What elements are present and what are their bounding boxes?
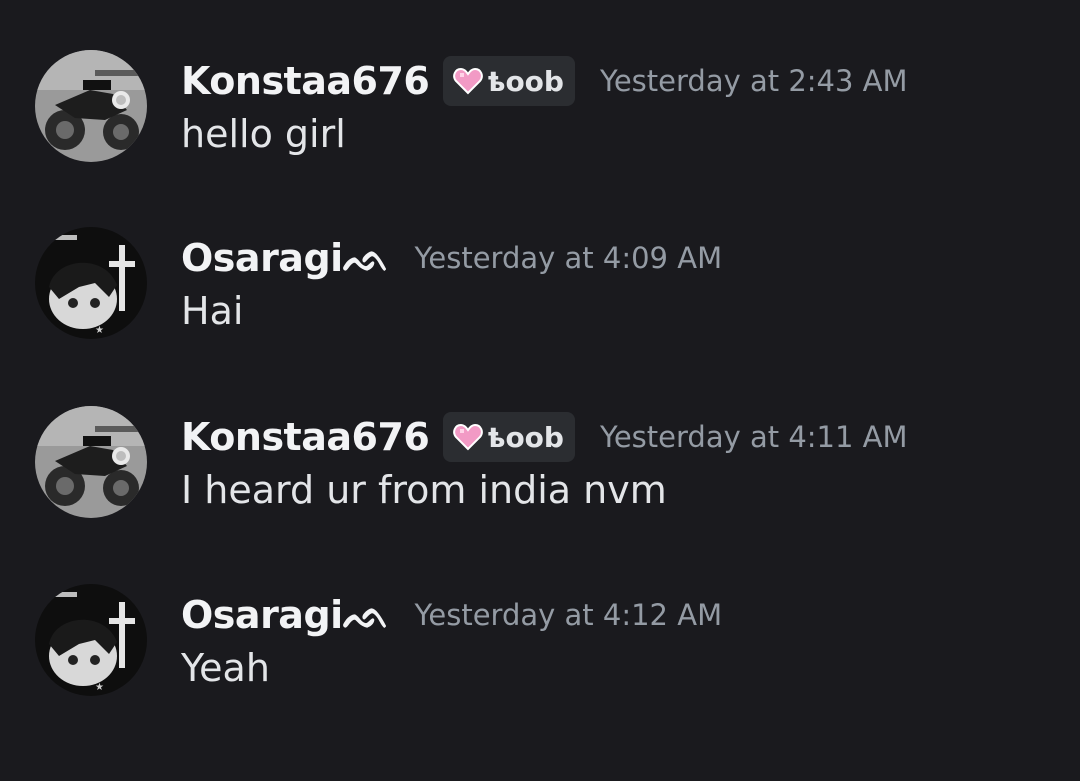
svg-text:★: ★ (95, 682, 104, 693)
pink-heart-icon (453, 67, 484, 95)
motorcycle-avatar (35, 406, 147, 518)
username[interactable]: Osaragiᨒ (181, 236, 390, 281)
user-avatar[interactable] (35, 50, 147, 162)
message-header: Konstaa676 ҍoob Yesterday at 2:43 AM (181, 55, 908, 107)
timestamp[interactable]: Yesterday at 4:11 AM (600, 420, 908, 454)
server-tag[interactable]: ҍoob (443, 56, 575, 106)
user-avatar[interactable]: ★ (35, 584, 147, 696)
timestamp[interactable]: Yesterday at 2:43 AM (600, 64, 908, 98)
motorcycle-avatar (35, 50, 147, 162)
anime-cross-avatar: ★ (35, 227, 147, 339)
server-tag-label: ҍoob (488, 420, 564, 454)
message-header: Osaragiᨒ Yesterday at 4:12 AM (181, 589, 722, 641)
message: ★ Osaragiᨒ Yesterday at 4:09 AM Hai (0, 227, 1080, 377)
server-tag[interactable]: ҍoob (443, 412, 575, 462)
username[interactable]: Konstaa676 (181, 415, 430, 459)
username[interactable]: Osaragiᨒ (181, 593, 390, 638)
message-header: Konstaa676 ҍoob Yesterday at 4:11 AM (181, 411, 908, 463)
message-header: Osaragiᨒ Yesterday at 4:09 AM (181, 232, 722, 284)
message-content: I heard ur from india nvm (181, 468, 667, 512)
anime-cross-avatar: ★ (35, 584, 147, 696)
message-content: hello girl (181, 112, 346, 156)
message: Konstaa676 ҍoob Yesterday at 4:11 AM I h… (0, 406, 1080, 556)
server-tag-label: ҍoob (488, 64, 564, 98)
user-avatar[interactable] (35, 406, 147, 518)
timestamp[interactable]: Yesterday at 4:09 AM (415, 241, 723, 275)
timestamp[interactable]: Yesterday at 4:12 AM (415, 598, 723, 632)
message-content: Yeah (181, 646, 270, 690)
svg-text:★: ★ (95, 325, 104, 336)
username[interactable]: Konstaa676 (181, 59, 430, 103)
user-avatar[interactable]: ★ (35, 227, 147, 339)
pink-heart-icon (453, 423, 484, 451)
message: Konstaa676 ҍoob Yesterday at 2:43 AM hel… (0, 50, 1080, 200)
message: ★ Osaragiᨒ Yesterday at 4:12 AM Yeah (0, 584, 1080, 734)
message-content: Hai (181, 289, 244, 333)
